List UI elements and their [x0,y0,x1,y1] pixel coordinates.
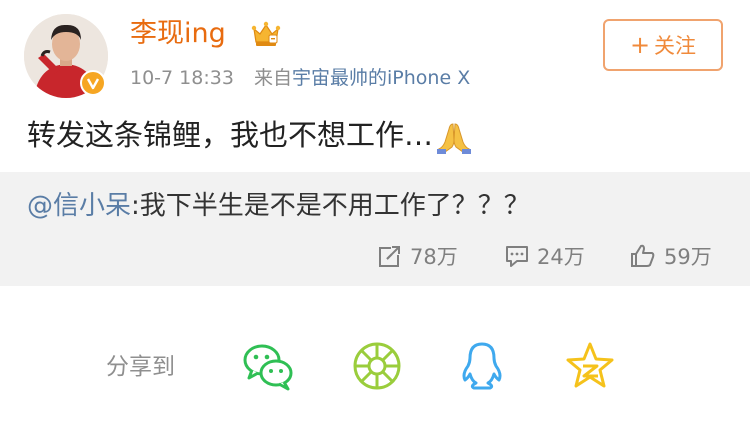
thumbs-up-icon [631,244,655,267]
praying-hands-icon [437,123,472,154]
wechat-icon[interactable] [242,340,294,392]
share-label: 分享到 [106,354,175,380]
follow-button[interactable]: + 关注 [603,19,723,71]
plus-icon: + [629,31,651,59]
comment-count-button[interactable]: 24万 [505,238,585,274]
follow-label: 关注 [654,34,697,58]
post-body: 转发这条锦鲤，我也不想工作… [27,118,434,152]
qq-icon[interactable] [456,340,508,392]
repost-text: @信小呆:我下半生是不是不用工作了？？？ [27,186,530,226]
share-bar: 分享到 [0,318,750,418]
comment-icon [506,246,528,267]
repost-mention[interactable]: @信小呆 [27,191,131,221]
post-time: 10-7 18:33 [130,67,234,89]
repost-card[interactable]: @信小呆:我下半生是不是不用工作了？？？ 78万 24万 59万 [0,172,750,286]
repost-icon [379,245,401,267]
like-count-button[interactable]: 59万 [630,238,712,274]
vip-crown-icon[interactable] [251,20,281,48]
post-header: 李现ing 10-7 18:33 来自宇宙最帅的iPhone X + 关注 [0,0,750,110]
repost-count-button[interactable]: 78万 [378,238,458,274]
user-name[interactable]: 李现ing [130,16,226,52]
like-count: 59万 [664,245,712,269]
post-meta: 10-7 18:33 来自宇宙最帅的iPhone X [130,64,470,92]
repost-body: :我下半生是不是不用工作了？？？ [131,191,530,221]
source-prefix: 来自 [254,67,293,89]
verified-badge [80,70,106,96]
comment-count: 24万 [537,245,585,269]
repost-count: 78万 [410,245,458,269]
post-text: 转发这条锦鲤，我也不想工作… [27,112,472,158]
qzone-icon[interactable] [564,340,616,392]
moments-icon[interactable] [351,340,403,392]
verified-icon [86,78,100,90]
post-source[interactable]: 宇宙最帅的iPhone X [292,67,470,89]
